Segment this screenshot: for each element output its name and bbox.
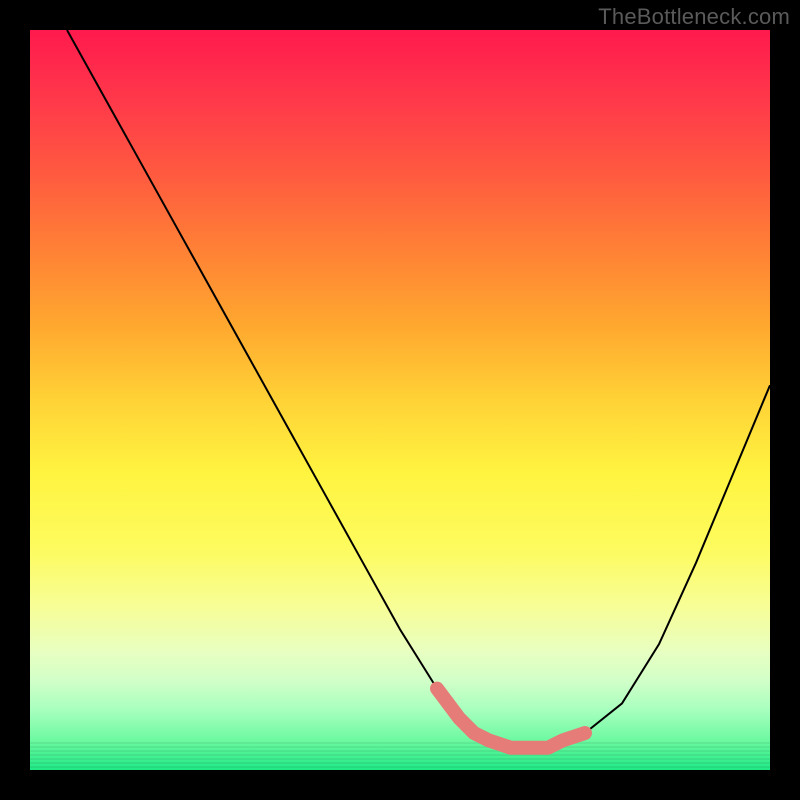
- watermark-text: TheBottleneck.com: [598, 4, 790, 30]
- curve-svg: [30, 30, 770, 770]
- plot-area: [30, 30, 770, 770]
- chart-container: TheBottleneck.com: [0, 0, 800, 800]
- bottleneck-curve: [67, 30, 770, 748]
- highlight-range: [437, 689, 585, 748]
